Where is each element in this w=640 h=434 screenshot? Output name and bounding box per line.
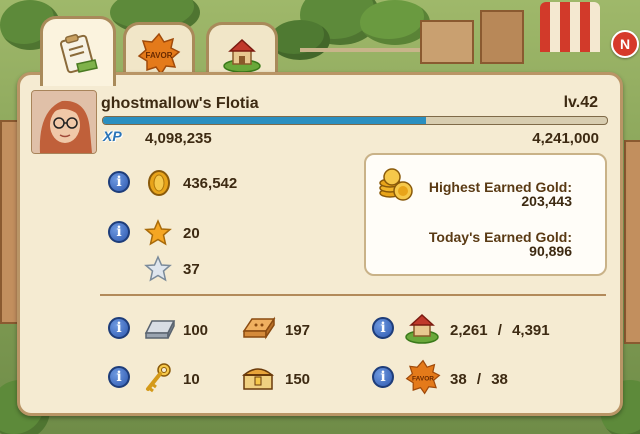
- today-gold-value: 90,896: [529, 243, 572, 259]
- farm-count-separator: /: [497, 322, 502, 339]
- coins-value: 436,542: [183, 175, 238, 192]
- silver-star-icon: [144, 255, 172, 282]
- silver-stars-value: 37: [183, 261, 200, 278]
- clipboard-icon: [59, 33, 98, 73]
- xp-progress-fill: [103, 117, 426, 124]
- favor-count-total: 38: [491, 371, 508, 388]
- gold-key-icon: [146, 363, 171, 393]
- farm-count: 2,261 / 4,391: [450, 322, 550, 339]
- highest-gold-value: 203,443: [521, 193, 572, 209]
- keys-info-icon[interactable]: i: [108, 366, 130, 388]
- avatar: [31, 90, 97, 154]
- coin-stack-icon: [379, 168, 413, 201]
- profile-panel: ghostmallow's Flotia lv.42 XP 4,098,235 …: [17, 72, 623, 416]
- favor-count-current: 38: [450, 371, 467, 388]
- gold-star-icon: [144, 219, 172, 246]
- keys-value: 10: [183, 371, 200, 388]
- favor-badge-icon: FAVOR: [137, 32, 181, 75]
- favor-badge-small-icon: FAVOR: [405, 359, 441, 395]
- farm-house-icon: [223, 38, 261, 73]
- materials-info-icon[interactable]: i: [108, 317, 130, 339]
- divider: [100, 294, 606, 296]
- chests-value: 150: [285, 371, 311, 388]
- iron-bar-icon: [144, 320, 176, 339]
- player-level: lv.42: [563, 94, 598, 111]
- farm-count-current: 2,261: [450, 322, 488, 339]
- xp-current: 4,098,235: [145, 130, 212, 147]
- close-button[interactable]: N: [611, 30, 639, 58]
- xp-icon: XP: [103, 128, 122, 144]
- farm-name: ghostmallow's Flotia: [101, 95, 259, 112]
- favor-info-icon[interactable]: i: [372, 366, 394, 388]
- xp-max: 4,241,000: [532, 130, 599, 147]
- favor-count: 38 / 38: [450, 371, 508, 388]
- iron-value: 100: [183, 322, 209, 339]
- earned-gold-box: Highest Earned Gold: 203,443 Today's Ear…: [364, 153, 607, 276]
- coins-info-icon[interactable]: i: [108, 171, 130, 193]
- brick-icon: [242, 316, 276, 340]
- gold-stars-value: 20: [183, 225, 200, 242]
- stars-info-icon[interactable]: i: [108, 221, 130, 243]
- bricks-value: 197: [285, 322, 311, 339]
- farm-count-total: 4,391: [512, 322, 550, 339]
- tab-profile[interactable]: [40, 16, 116, 86]
- xp-progress-bar: [102, 116, 608, 125]
- svg-text:FAVOR: FAVOR: [146, 51, 173, 60]
- farm-house-small-icon: [405, 313, 439, 344]
- favor-count-separator: /: [476, 371, 482, 388]
- gold-coin-icon: [148, 170, 170, 196]
- farm-info-icon[interactable]: i: [372, 317, 394, 339]
- svg-text:FAVOR: FAVOR: [412, 375, 434, 382]
- treasure-chest-icon: [241, 368, 275, 390]
